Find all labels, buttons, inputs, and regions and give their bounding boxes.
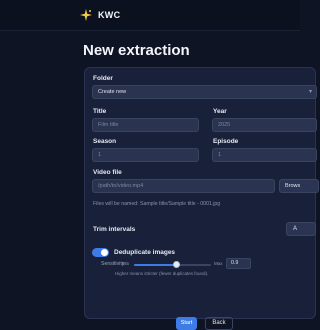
browse-button[interactable]: Brows (279, 179, 319, 193)
folder-label: Folder (93, 75, 113, 82)
sparkle-icon (80, 9, 92, 21)
back-button[interactable]: Back (205, 317, 233, 330)
video-file-label: Video file (93, 169, 122, 176)
dedupe-label: Deduplicate images (114, 249, 176, 256)
extraction-form: Folder Create new ▾ Title Film title Yea… (84, 67, 319, 330)
year-label: Year (213, 108, 227, 115)
video-file-input[interactable]: /path/to/video.mp4 (92, 179, 275, 193)
slider-min-label: Min (122, 261, 130, 266)
add-interval-button[interactable]: A (286, 222, 316, 236)
slider-fill (134, 264, 177, 266)
sensitivity-value-input[interactable]: 0.9 (226, 258, 251, 269)
folder-select[interactable]: Create new ▾ (92, 85, 317, 99)
slider-max-label: Max (214, 261, 223, 266)
naming-hint: Files will be named: Sample title/Sample… (93, 201, 221, 207)
title-label: Title (93, 108, 107, 115)
sensitivity-hint: Higher means stricter (fewer duplicates … (115, 271, 209, 276)
dedupe-toggle[interactable] (92, 248, 109, 257)
top-bar: KWC (0, 0, 300, 31)
app-brand: KWC (98, 10, 121, 20)
season-label: Season (93, 138, 117, 145)
episode-label: Episode (213, 138, 239, 145)
folder-select-value: Create new (98, 89, 127, 95)
slider-thumb[interactable] (172, 261, 180, 268)
season-input[interactable]: 1 (92, 148, 199, 162)
chevron-down-icon: ▾ (308, 89, 312, 95)
episode-input[interactable]: 1 (212, 148, 317, 162)
toggle-knob (101, 249, 108, 256)
page-title: New extraction (83, 42, 190, 59)
trim-intervals-label: Trim intervals (93, 226, 136, 233)
title-input[interactable]: Film title (92, 118, 199, 132)
start-button[interactable]: Start (176, 317, 197, 330)
year-input[interactable]: 2025 (212, 118, 317, 132)
